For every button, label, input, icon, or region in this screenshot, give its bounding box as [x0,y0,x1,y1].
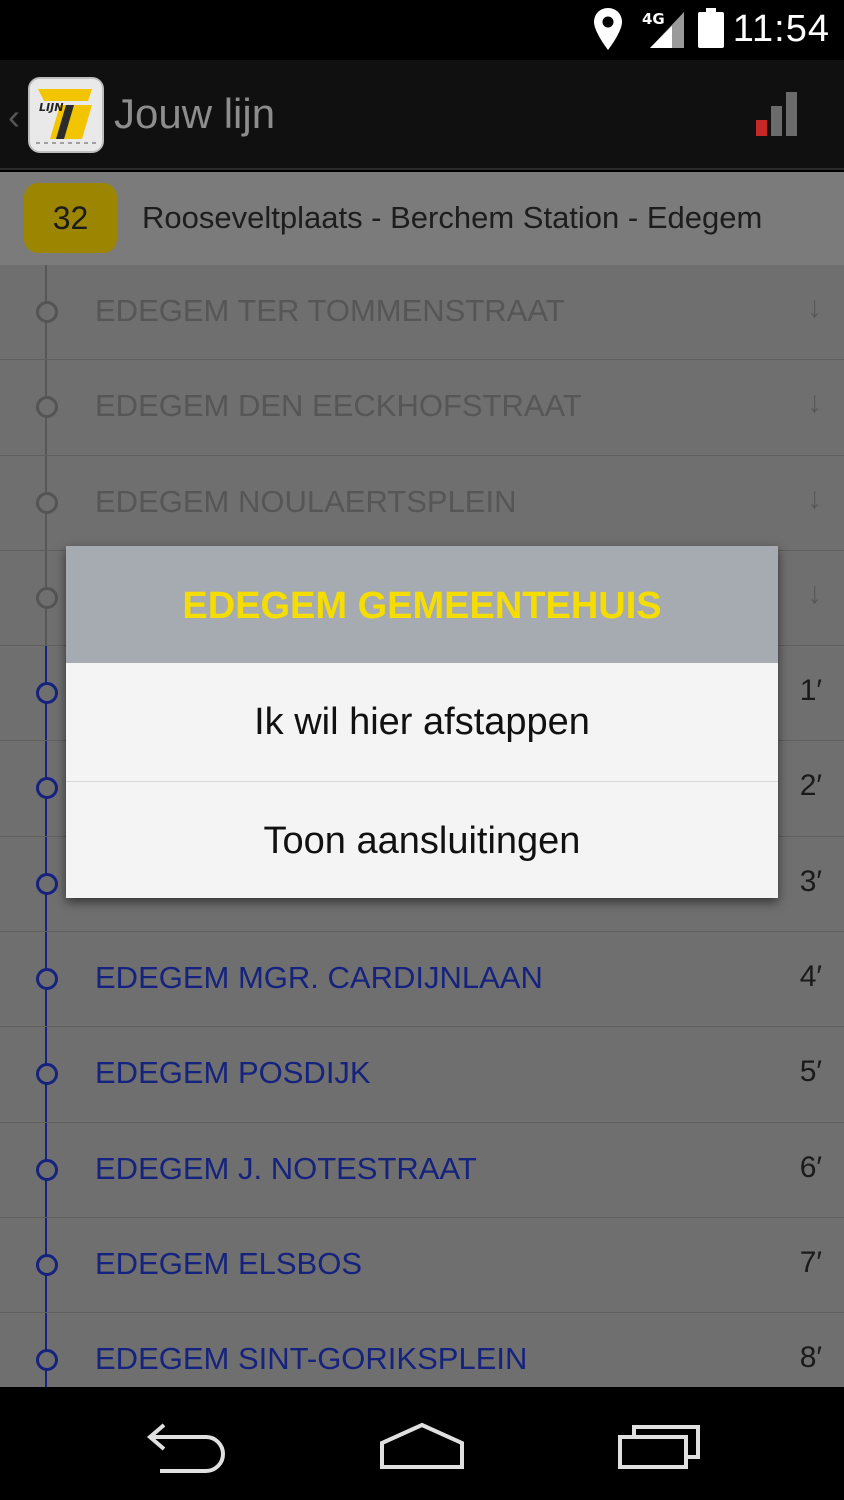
stop-name: EDEGEM DEN EECKHOFSTRAAT [95,388,582,424]
show-connections-option[interactable]: Toon aansluitingen [66,781,778,898]
battery-icon [698,8,724,53]
stop-name: EDEGEM MGR. CARDIJNLAAN [95,960,543,996]
stop-eta: 2′ [799,769,822,803]
stop-dot-icon [36,1349,58,1372]
stop-name: EDEGEM TER TOMMENSTRAAT [95,293,565,328]
stop-row[interactable]: EDEGEM SINT-GORIKSPLEIN 8′ [0,1313,844,1387]
get-off-here-option[interactable]: Ik wil hier afstappen [66,663,778,781]
clock: 11:54 [732,8,830,50]
stop-eta: 1′ [799,674,822,708]
stop-dot-icon [36,491,58,514]
stop-row[interactable]: EDEGEM MGR. CARDIJNLAAN 4′ [0,932,844,1028]
stop-dot-icon [36,1063,58,1086]
stop-row[interactable]: EDEGEM POSDIJK 5′ [0,1027,844,1123]
stop-row[interactable]: EDEGEM J. NOTESTRAAT 6′ [0,1123,844,1218]
route-number-badge: 32 [24,183,117,253]
stop-dot-icon [36,1253,58,1276]
stop-dot-icon [36,396,58,419]
dialog-title: EDEGEM GEMEENTEHUIS [66,546,778,663]
stop-row[interactable]: EDEGEM TER TOMMENSTRAAT ↓ [0,265,844,361]
stop-dot-icon [36,682,58,705]
stop-eta: 3′ [799,864,822,898]
arrow-down-icon: ↓ [807,291,822,324]
stop-name: EDEGEM POSDIJK [95,1055,371,1091]
signal-strength-icon[interactable] [756,92,800,141]
back-chevron-icon[interactable]: ‹ [8,96,20,138]
arrow-down-icon: ↓ [807,576,822,610]
stop-row[interactable]: EDEGEM NOULAERTSPLEIN ↓ [0,456,844,551]
home-icon[interactable] [372,1415,472,1475]
page-title: Jouw lijn [114,90,276,137]
action-bar: ‹ LIJN Jouw lijn [0,60,844,170]
stop-name: EDEGEM SINT-GORIKSPLEIN [95,1341,528,1377]
de-lijn-logo[interactable]: LIJN [28,77,104,153]
route-header: 32 Rooseveltplaats - Berchem Station - E… [0,172,844,265]
stop-dot-icon [36,301,58,323]
stop-dot-icon [36,1158,58,1181]
location-pin-icon [594,8,622,55]
stop-name: EDEGEM ELSBOS [95,1245,363,1281]
svg-text:LIJN: LIJN [39,101,63,114]
stop-dot-icon [36,872,58,895]
back-icon[interactable] [140,1415,240,1475]
route-name: Rooseveltplaats - Berchem Station - Edeg… [142,200,763,235]
stop-name: EDEGEM J. NOTESTRAAT [95,1150,477,1186]
stop-dot-icon [36,777,58,800]
signal-4g-icon: 4G [642,10,686,53]
stop-row[interactable]: EDEGEM ELSBOS 7′ [0,1218,844,1314]
stop-eta: 5′ [799,1055,822,1089]
stop-eta: 6′ [799,1150,822,1184]
stop-eta: 7′ [799,1245,822,1279]
stop-options-dialog: EDEGEM GEMEENTEHUIS Ik wil hier afstappe… [66,546,778,898]
stop-eta: 4′ [799,960,822,994]
arrow-down-icon: ↓ [807,481,822,515]
status-bar: 4G 11:54 [0,0,844,60]
navigation-bar [0,1387,844,1500]
arrow-down-icon: ↓ [807,386,822,420]
recent-apps-icon[interactable] [612,1415,712,1475]
stop-row[interactable]: EDEGEM DEN EECKHOFSTRAAT ↓ [0,360,844,456]
stop-dot-icon [36,968,58,991]
stop-dot-icon [36,586,58,609]
stop-eta: 8′ [799,1341,822,1375]
stop-name: EDEGEM NOULAERTSPLEIN [95,483,517,519]
svg-text:4G: 4G [642,10,665,28]
